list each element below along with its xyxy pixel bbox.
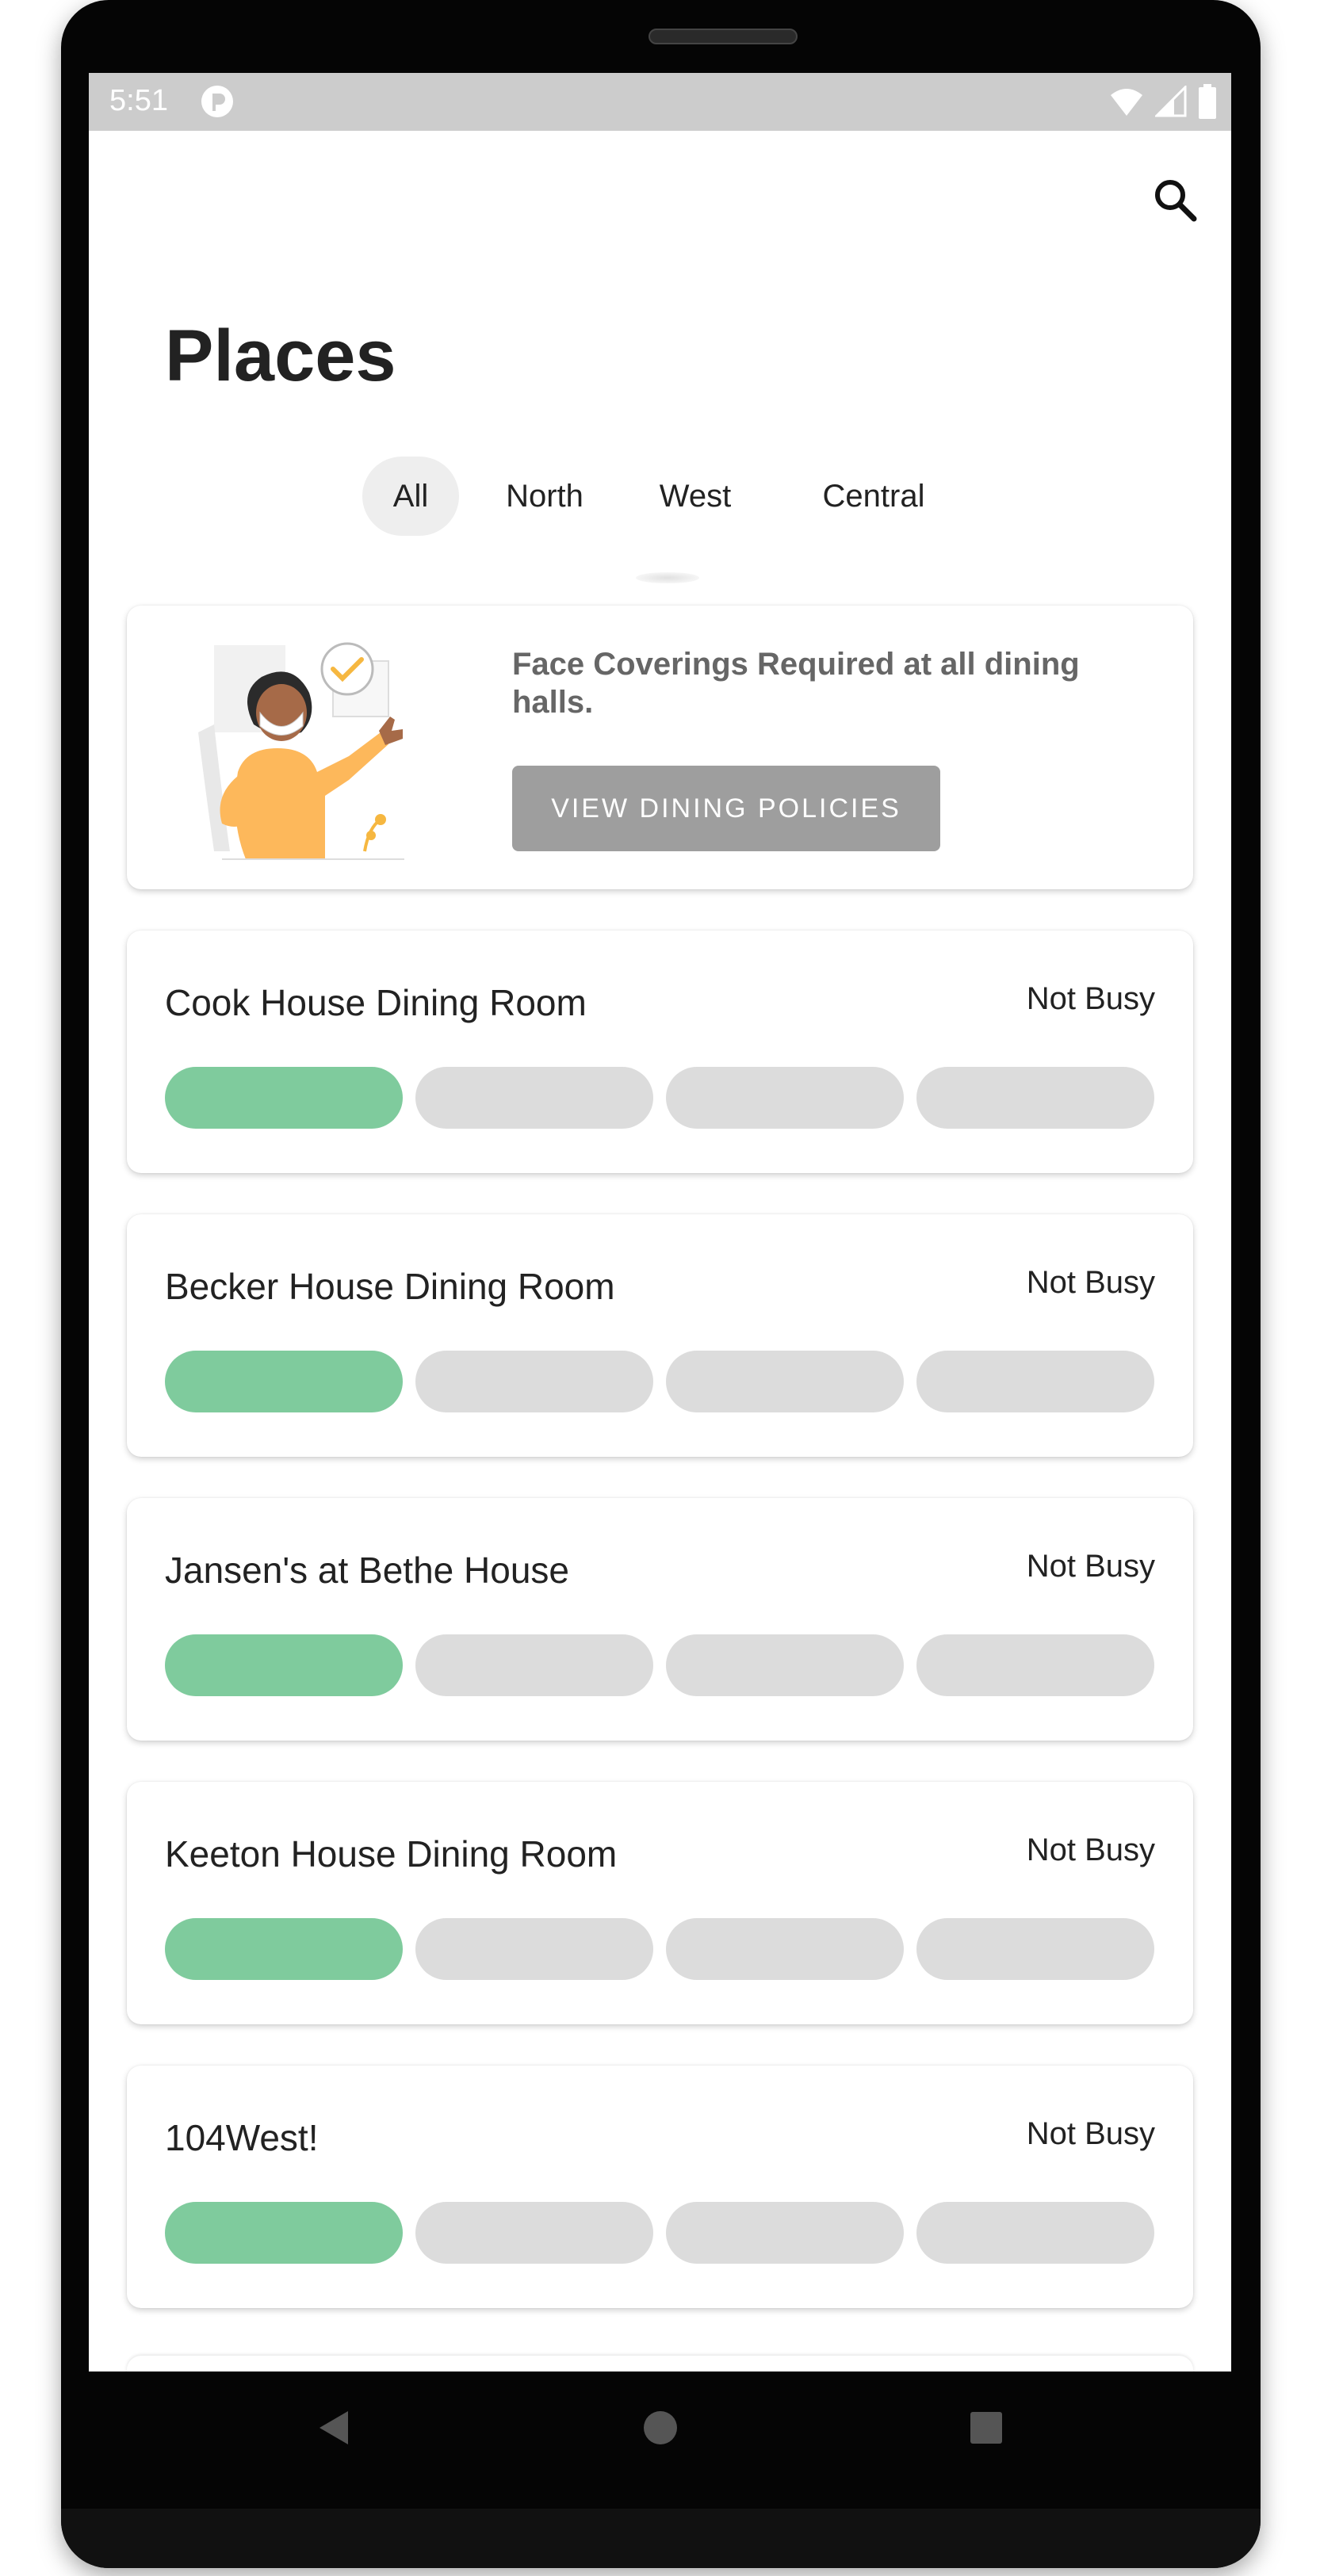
- busyness-segment: [165, 1918, 403, 1980]
- busyness-segment: [415, 1351, 653, 1412]
- busyness-meter: [165, 1634, 1155, 1696]
- busyness-segment: [666, 2202, 904, 2264]
- next-place-card-peek[interactable]: [127, 2356, 1193, 2372]
- status-time: 5:51: [109, 84, 168, 117]
- recents-square-icon[interactable]: [958, 2400, 1014, 2456]
- busyness-segment: [415, 2202, 653, 2264]
- policy-message: Face Coverings Required at all dining ha…: [512, 647, 1080, 720]
- device-chin: [61, 2509, 1261, 2568]
- dining-policy-card: Face Coverings Required at all dining ha…: [127, 606, 1193, 889]
- tab-central[interactable]: Central: [806, 457, 941, 536]
- view-dining-policies-button[interactable]: VIEW DINING POLICIES: [512, 766, 940, 851]
- busyness-meter: [165, 1918, 1155, 1980]
- back-triangle-icon[interactable]: [307, 2400, 362, 2456]
- busyness-segment: [415, 1634, 653, 1696]
- place-card[interactable]: Becker House Dining Room Not Busy: [127, 1214, 1193, 1457]
- busyness-status: Not Busy: [1026, 1549, 1155, 1584]
- search-icon[interactable]: [1143, 168, 1207, 231]
- tab-west[interactable]: West: [648, 457, 743, 536]
- place-name: 104West!: [165, 2117, 319, 2158]
- busyness-segment: [165, 1067, 403, 1129]
- busyness-segment: [666, 1067, 904, 1129]
- speaker-grille: [649, 29, 798, 44]
- busyness-segment: [916, 2202, 1154, 2264]
- busyness-status: Not Busy: [1026, 1265, 1155, 1300]
- place-card[interactable]: Cook House Dining Room Not Busy: [127, 931, 1193, 1173]
- busyness-meter: [165, 2202, 1155, 2264]
- wifi-icon: [1111, 89, 1142, 116]
- busyness-meter: [165, 1067, 1155, 1129]
- busyness-segment: [415, 1067, 653, 1129]
- place-name: Cook House Dining Room: [165, 982, 587, 1023]
- busyness-segment: [666, 1918, 904, 1980]
- place-card[interactable]: 104West! Not Busy: [127, 2066, 1193, 2308]
- tab-north[interactable]: North: [489, 457, 600, 536]
- busyness-status: Not Busy: [1026, 981, 1155, 1016]
- busyness-segment: [666, 1634, 904, 1696]
- home-circle-icon[interactable]: [633, 2400, 688, 2456]
- status-bar: 5:51: [89, 73, 1231, 131]
- tab-all[interactable]: All: [362, 457, 459, 536]
- app-notification-icon: [201, 86, 233, 117]
- place-name: Keeton House Dining Room: [165, 1833, 618, 1875]
- busyness-segment: [165, 1634, 403, 1696]
- page-title: Places: [165, 315, 396, 396]
- busyness-segment: [916, 1067, 1154, 1129]
- busyness-segment: [916, 1634, 1154, 1696]
- place-card[interactable]: Jansen's at Bethe House Not Busy: [127, 1498, 1193, 1741]
- system-nav-bar: [89, 2372, 1231, 2482]
- busyness-segment: [415, 1918, 653, 1980]
- masked-person-illustration: [198, 642, 404, 860]
- battery-icon: [1199, 84, 1216, 119]
- place-card[interactable]: Keeton House Dining Room Not Busy: [127, 1782, 1193, 2024]
- scroll-shadow: [636, 572, 699, 583]
- place-name: Becker House Dining Room: [165, 1266, 615, 1307]
- busyness-meter: [165, 1351, 1155, 1412]
- busyness-segment: [666, 1351, 904, 1412]
- place-name: Jansen's at Bethe House: [165, 1550, 569, 1591]
- cell-signal-icon: [1155, 86, 1187, 117]
- busyness-segment: [165, 1351, 403, 1412]
- busyness-status: Not Busy: [1026, 2116, 1155, 2151]
- status-icons: [1109, 84, 1217, 119]
- busyness-segment: [916, 1918, 1154, 1980]
- busyness-segment: [916, 1351, 1154, 1412]
- app-screen: 5:51 Places All North West Central Face …: [89, 73, 1231, 2372]
- busyness-segment: [165, 2202, 403, 2264]
- busyness-status: Not Busy: [1026, 1833, 1155, 1867]
